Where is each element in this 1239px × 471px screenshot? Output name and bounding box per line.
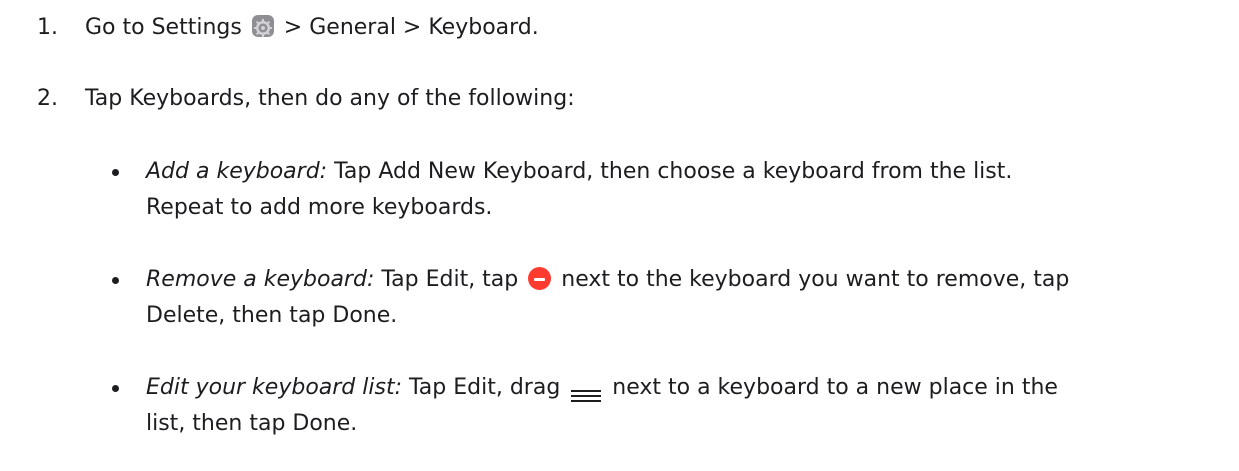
bullet-dot: [112, 385, 119, 392]
step-number: 2.: [37, 86, 58, 111]
settings-icon: [251, 15, 274, 37]
bullet-term: Remove a keyboard:: [146, 267, 375, 292]
bullet-text: Add a keyboard: Tap Add New Keyboard, th…: [146, 159, 1013, 220]
step-text: Go to Settings > General > Keyboard.: [85, 15, 539, 40]
remove-minus-icon: [528, 266, 552, 290]
bullet-text: Edit your keyboard list: Tap Edit, drag …: [146, 375, 1058, 436]
instruction-steps: 1. Go to Settings > General > Keyboard. …: [0, 0, 1239, 471]
bullet-dot: [112, 277, 119, 284]
bullet-term: Add a keyboard:: [146, 159, 328, 184]
bullet-term: Edit your keyboard list:: [146, 375, 402, 400]
bullet-text: Remove a keyboard: Tap Edit, tap next to…: [146, 266, 1070, 328]
bullet-dot: [112, 169, 119, 176]
reorder-handle-icon: [571, 379, 602, 402]
step-number: 1.: [37, 15, 58, 40]
step-text: Tap Keyboards, then do any of the follow…: [85, 86, 575, 111]
